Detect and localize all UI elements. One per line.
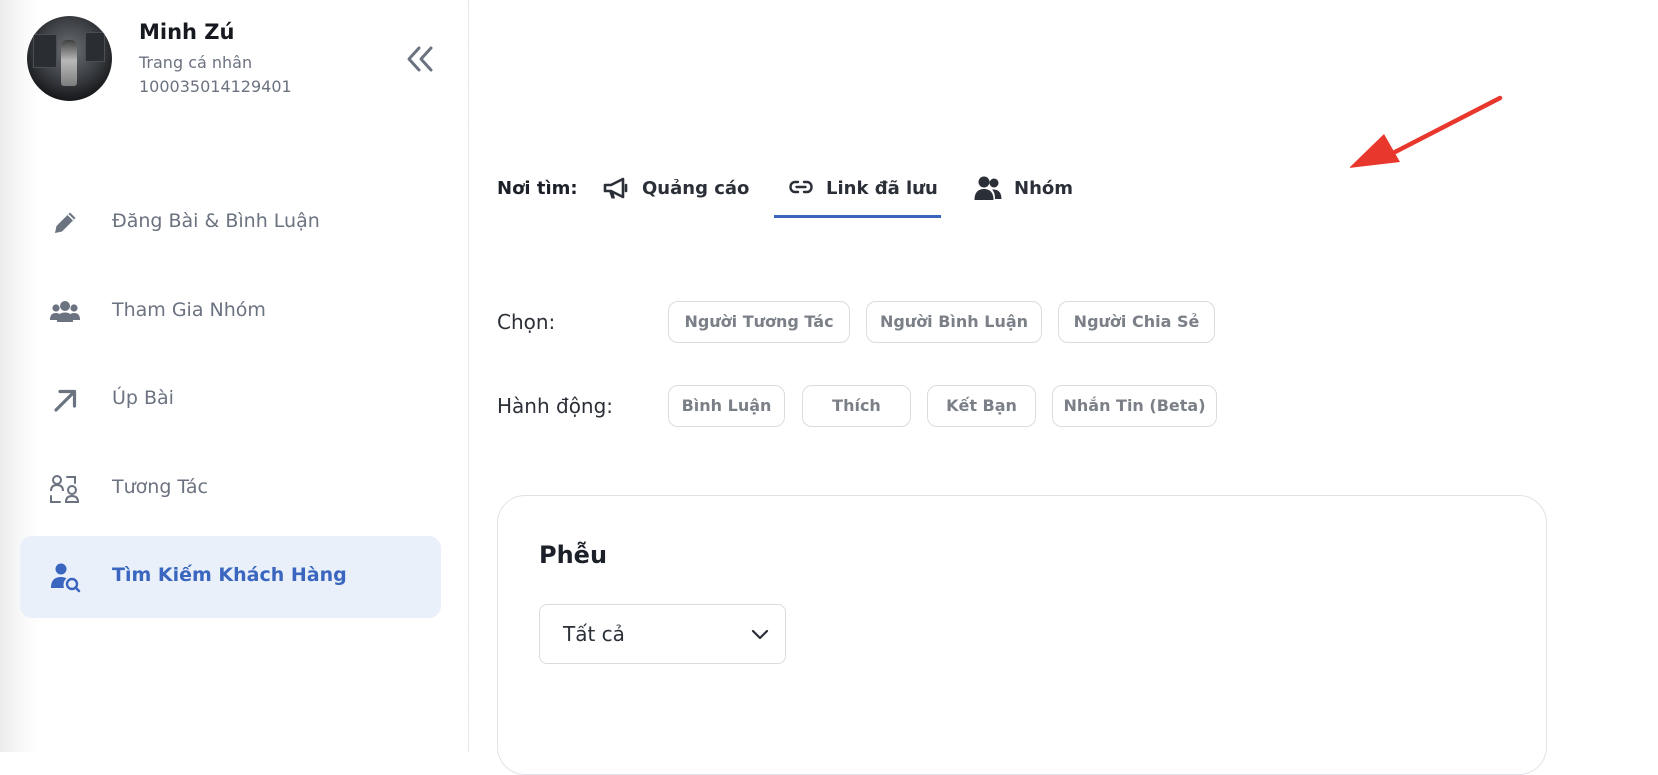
- sidebar-item-label: Đăng Bài & Bình Luận: [112, 210, 320, 232]
- main-content: Nơi tìm: Quảng cáo Link đã lưu Nhóm Chọn…: [470, 0, 1658, 775]
- arrow-up-right-icon: [54, 389, 77, 412]
- tab-groups[interactable]: Nhóm: [972, 160, 1082, 218]
- tab-ads[interactable]: Quảng cáo: [600, 160, 750, 218]
- sidebar-item-find-customers[interactable]: Tìm Kiếm Khách Hàng: [20, 536, 441, 618]
- chip-add-friend[interactable]: Kết Bạn: [927, 385, 1036, 427]
- funnel-card: Phễu Tất cả: [497, 495, 1547, 775]
- sidebar-item-label: Tìm Kiếm Khách Hàng: [112, 564, 347, 586]
- sidebar-item-label: Tương Tác: [112, 476, 208, 498]
- tab-label: Link đã lưu: [826, 178, 938, 199]
- chip-comment[interactable]: Bình Luận: [668, 385, 785, 427]
- link-icon: [789, 180, 813, 194]
- tab-label: Nhóm: [1014, 178, 1074, 199]
- users-interaction-icon: [50, 475, 80, 503]
- avatar-photo-detail: [33, 34, 57, 68]
- megaphone-icon: [603, 177, 628, 199]
- sidebar: Minh Zú Trang cá nhân 100035014129401 Đă…: [0, 0, 469, 752]
- chip-sharers[interactable]: Người Chia Sẻ: [1058, 301, 1215, 343]
- sidebar-item-label: Tham Gia Nhóm: [112, 299, 266, 321]
- funnel-select-value: Tất cả: [563, 622, 625, 646]
- profile-id: 100035014129401: [139, 77, 292, 96]
- pencil-icon: [55, 212, 76, 233]
- sidebar-item-interaction[interactable]: Tương Tác: [20, 448, 441, 530]
- user-search-icon: [51, 563, 81, 593]
- collapse-sidebar-button[interactable]: [404, 44, 436, 74]
- tab-saved-links[interactable]: Link đã lưu: [774, 160, 941, 218]
- sidebar-item-label: Úp Bài: [112, 387, 174, 409]
- profile-name[interactable]: Minh Zú: [139, 20, 234, 44]
- sidebar-item-upload-post[interactable]: Úp Bài: [20, 359, 441, 441]
- chevrons-left-icon: [407, 46, 433, 72]
- select-row-label: Chọn:: [497, 310, 556, 334]
- action-row-label: Hành động:: [497, 394, 614, 418]
- search-source-label: Nơi tìm:: [497, 178, 578, 199]
- tab-label: Quảng cáo: [642, 178, 750, 199]
- users-group-icon: [50, 301, 80, 322]
- avatar[interactable]: [27, 16, 112, 101]
- annotation-arrow-icon: [1350, 95, 1503, 168]
- avatar-photo-detail: [85, 32, 105, 62]
- funnel-select[interactable]: Tất cả: [539, 604, 786, 664]
- funnel-title: Phễu: [539, 541, 608, 569]
- chevron-down-icon: [751, 629, 769, 640]
- chip-like[interactable]: Thích: [802, 385, 911, 427]
- chip-message-beta[interactable]: Nhắn Tin (Beta): [1052, 385, 1217, 427]
- users-icon: [974, 176, 1002, 200]
- chip-commenters[interactable]: Người Bình Luận: [866, 301, 1042, 343]
- chip-interactors[interactable]: Người Tương Tác: [668, 301, 850, 343]
- sidebar-item-join-group[interactable]: Tham Gia Nhóm: [20, 271, 441, 353]
- profile-subtitle: Trang cá nhân: [139, 53, 253, 72]
- avatar-photo-figure: [61, 40, 77, 86]
- sidebar-item-post-comment[interactable]: Đăng Bài & Bình Luận: [20, 182, 441, 264]
